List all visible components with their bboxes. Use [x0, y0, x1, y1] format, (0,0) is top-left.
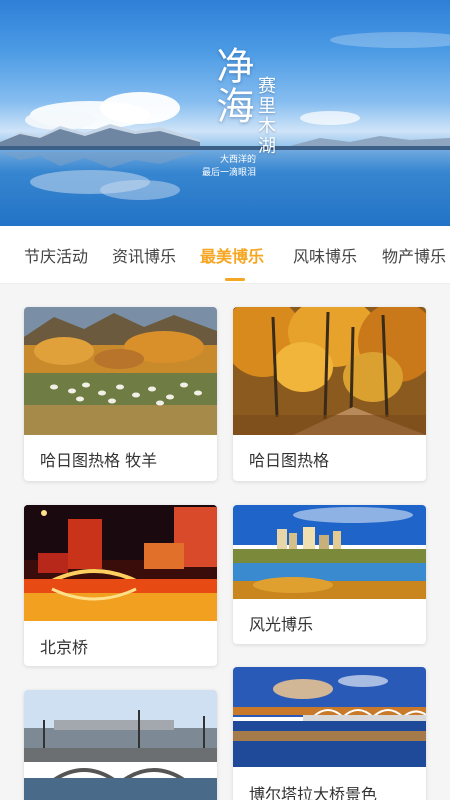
tab-most-beautiful[interactable]: 最美博乐 — [200, 243, 264, 267]
card-image — [24, 690, 217, 800]
scenery-card[interactable]: 哈日图热格 — [233, 307, 426, 481]
city-wetland-photo — [233, 505, 426, 599]
scenery-card[interactable]: 哈日图热格 牧羊 — [24, 307, 217, 481]
card-image — [24, 505, 217, 621]
night-bridge-photo — [24, 505, 217, 621]
category-tabs: 节庆活动 资讯博乐 最美博乐 风味博乐 物产博乐 — [0, 226, 450, 284]
scenery-grid: 哈日图热格 牧羊 哈日图热格 北京桥 风光博乐 博尔塔拉大桥景色 — [0, 284, 450, 800]
scenery-card[interactable]: 风光博乐 — [233, 505, 426, 644]
stone-bridge-photo — [24, 690, 217, 800]
tab-news[interactable]: 资讯博乐 — [112, 243, 176, 267]
active-tab-indicator — [225, 278, 245, 281]
card-image — [233, 505, 426, 599]
card-title: 哈日图热格 — [249, 451, 330, 470]
tab-festival-events[interactable]: 节庆活动 — [24, 243, 88, 267]
card-title: 北京桥 — [40, 638, 89, 657]
banner-caption-line-1: 大西洋的 — [219, 155, 256, 165]
card-image — [233, 307, 426, 435]
scenery-card[interactable]: 博尔塔拉大桥景色 — [233, 667, 426, 800]
banner-caption: 大西洋的 最后一滴眼泪 — [186, 154, 256, 180]
card-title: 风光博乐 — [249, 615, 314, 634]
banner-title: 净海 — [210, 46, 254, 126]
card-image — [233, 667, 426, 767]
autumn-forest-photo — [233, 307, 426, 435]
card-image — [24, 307, 217, 435]
card-title: 博尔塔拉大桥景色 — [249, 785, 378, 800]
hero-banner[interactable]: 净海 赛里木湖 大西洋的 最后一滴眼泪 — [0, 0, 450, 226]
app-screen: 净海 赛里木湖 大西洋的 最后一滴眼泪 节庆活动 资讯博乐 最美博乐 风味博乐 … — [0, 0, 450, 800]
tab-products[interactable]: 物产博乐 — [382, 243, 446, 267]
banner-subtitle: 赛里木湖 — [255, 76, 276, 156]
tab-flavor[interactable]: 风味博乐 — [293, 243, 357, 267]
scenery-card[interactable] — [24, 690, 217, 800]
banner-caption-line-2: 最后一滴眼泪 — [201, 168, 256, 178]
sheep-grassland-photo — [24, 307, 217, 435]
scenery-card[interactable]: 北京桥 — [24, 505, 217, 666]
card-title: 哈日图热格 牧羊 — [40, 451, 158, 470]
bortala-bridge-photo — [233, 667, 426, 767]
